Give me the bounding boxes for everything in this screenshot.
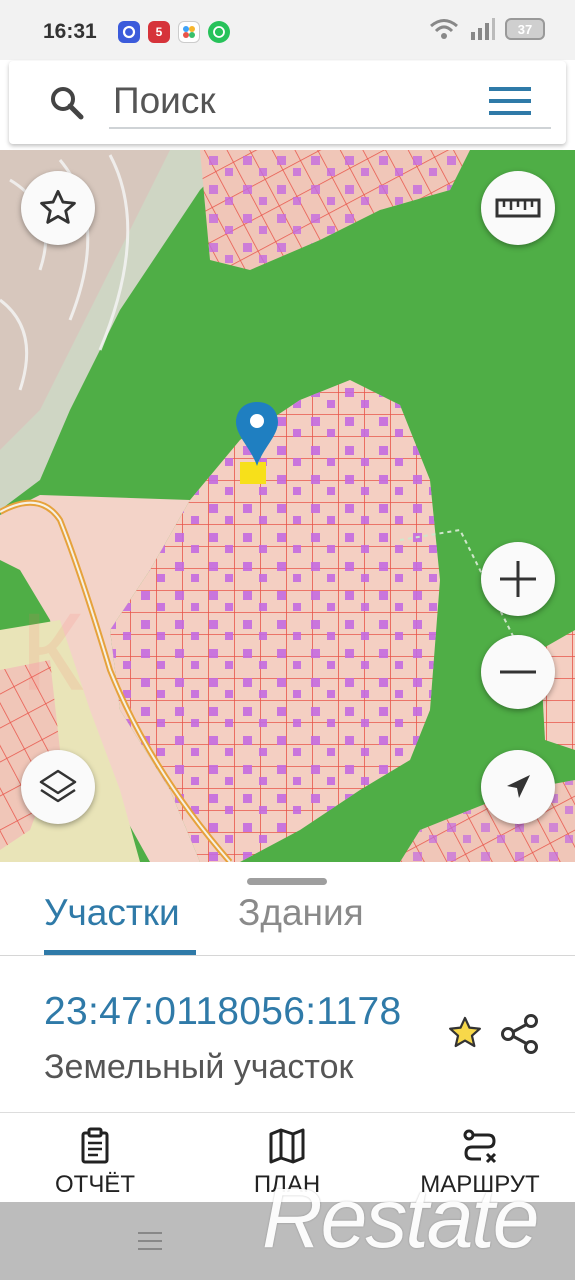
favorite-star-icon[interactable] <box>446 1014 484 1052</box>
gallery-icon <box>178 21 200 43</box>
layers-button[interactable] <box>21 750 95 824</box>
ruler-icon <box>495 198 541 218</box>
my-location-button[interactable] <box>481 750 555 824</box>
cadastral-number-link[interactable]: 23:47:0118056:1178 <box>44 990 401 1034</box>
search-bar: Поиск <box>9 61 566 144</box>
map-icon <box>269 1128 305 1164</box>
zoom-out-button[interactable] <box>481 635 555 709</box>
ruler-button[interactable] <box>481 171 555 245</box>
results-sheet: Участки Здания 23:47:0118056:1178 Земель… <box>0 862 575 1112</box>
plus-icon <box>500 561 536 597</box>
messenger-icon <box>118 21 140 43</box>
signal-icon <box>471 18 495 40</box>
zoom-in-button[interactable] <box>481 542 555 616</box>
minus-icon <box>500 670 536 674</box>
svg-text:К: К <box>20 591 84 714</box>
report-label: ОТЧЁТ <box>54 1171 135 1198</box>
notification-icons: 5 <box>118 21 230 43</box>
recent-apps-icon[interactable] <box>138 1230 162 1252</box>
parcel-type-label: Земельный участок <box>44 1048 354 1086</box>
pyaterochka-icon: 5 <box>148 21 170 43</box>
tabs-divider <box>0 955 575 956</box>
search-input[interactable]: Поиск <box>109 73 551 129</box>
whatsapp-icon <box>208 21 230 43</box>
route-icon <box>463 1129 497 1164</box>
search-icon[interactable] <box>47 83 87 123</box>
status-bar: 16:31 5 37 <box>0 0 575 60</box>
system-indicators: 37 <box>429 18 545 40</box>
report-button[interactable]: ОТЧЁТ <box>0 1113 190 1203</box>
navigation-arrow-icon <box>507 775 530 798</box>
tab-parcels[interactable]: Участки <box>44 892 180 934</box>
clipboard-icon <box>81 1127 109 1164</box>
map-canvas[interactable]: К <box>0 150 575 862</box>
star-outline-icon <box>40 189 76 224</box>
favorites-button[interactable] <box>21 171 95 245</box>
share-icon[interactable] <box>498 1012 542 1056</box>
selected-parcel[interactable] <box>240 462 266 484</box>
cadastral-map[interactable]: К <box>0 150 575 862</box>
menu-icon[interactable] <box>489 85 531 117</box>
sheet-drag-handle[interactable] <box>247 878 327 885</box>
watermark-logo: Restate <box>262 1171 539 1265</box>
wifi-icon <box>430 19 458 39</box>
battery-indicator: 37 <box>505 18 545 40</box>
layers-icon <box>39 769 77 803</box>
tab-buildings[interactable]: Здания <box>238 892 364 934</box>
status-time: 16:31 <box>43 20 97 43</box>
